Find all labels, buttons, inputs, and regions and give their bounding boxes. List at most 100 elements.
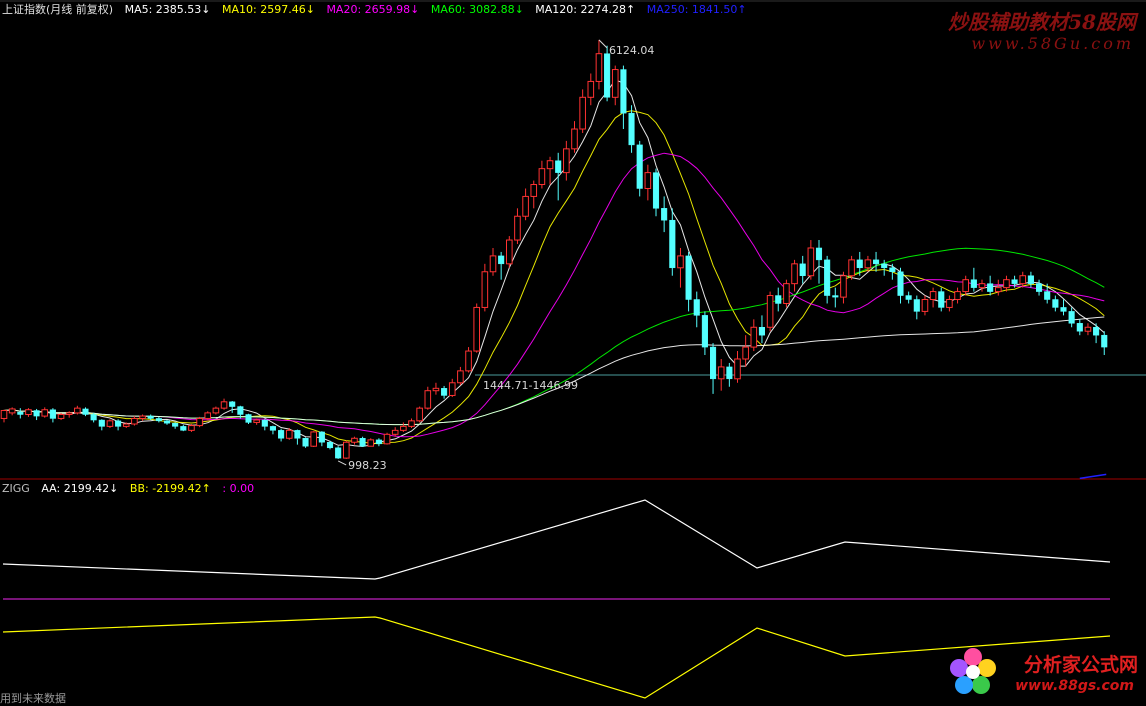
watermark-58gu-url: www.58Gu.com [971,34,1134,53]
candle [889,263,896,280]
candle [929,287,937,308]
peak-pointer [598,39,608,49]
candle-body [611,69,619,98]
peak-label: 6124.04 [609,44,655,57]
candle-body [432,387,440,392]
candle [962,275,970,296]
candle-body [1060,307,1067,312]
candle [913,295,920,320]
candle-body [710,346,717,380]
ma60-line [3,247,1105,426]
candle [212,406,220,415]
candle-body [163,420,171,424]
candle [970,267,977,292]
candle-body [408,420,415,427]
candle-body [546,160,554,170]
candle [343,440,350,459]
candle-body [1019,275,1027,285]
cc-label: : 0.00 [222,482,255,495]
candle-body [897,271,904,296]
candle [807,240,815,280]
candle-body [1027,275,1034,284]
candle [938,287,945,312]
candle [506,236,513,268]
candle [498,251,505,280]
candle-body [0,410,8,419]
candle [172,422,179,429]
candle [41,407,49,418]
candle [897,267,904,304]
candle [1003,275,1010,292]
candle [163,420,171,425]
candle [791,259,798,292]
candle-body [131,417,138,425]
candle [359,436,366,448]
candle [82,407,89,417]
candle [1060,299,1067,316]
candle [693,291,700,328]
candle [571,121,578,153]
candle-body [220,401,228,409]
candle [25,408,32,417]
candle-body [685,255,692,300]
candle [106,419,114,428]
candle-body [25,409,32,415]
candle [611,65,619,106]
candle [644,164,652,201]
ma60-label: MA60: 3082.88↓ [430,3,524,16]
candle [905,291,912,304]
candle-body [1003,279,1010,289]
candle-body [1068,311,1075,324]
candle-body [310,431,317,447]
aa-label: AA: 2199.42↓ [41,482,119,495]
chart-area[interactable]: 6124.04 998.23 1444.71-1446.99 上证指数(月线 前复权… [0,0,1146,705]
candle-body [269,426,276,431]
candle-body [212,407,220,414]
candle-body [921,299,929,312]
candle-body [318,431,325,443]
candle-body [620,69,627,114]
candle [375,438,382,447]
candle [489,247,497,276]
candle-body [571,128,578,150]
candle-body [734,358,741,380]
candle-body [261,419,268,427]
candle-body [726,366,733,380]
candle [987,275,994,296]
candle-body [701,315,708,348]
ma120-label: MA120: 2274.28↑ [535,3,636,16]
candle [98,419,105,431]
candle-body [17,411,24,415]
candle-body [448,382,456,396]
candle-body [538,168,546,186]
range-label: 1444.71-1446.99 [483,379,578,392]
candle-body [57,413,65,419]
candle [424,386,432,410]
candle [717,358,725,391]
candle-body [180,426,187,431]
candle [815,240,823,284]
candle-body [294,430,301,439]
candle [954,287,961,304]
candle-body [498,255,505,265]
candle [481,263,489,312]
candle-body [74,407,81,414]
ma5-label: MA5: 2385.53↓ [124,3,211,16]
candle [441,385,448,399]
candle-body [995,287,1002,293]
chart-svg[interactable]: 6124.04 998.23 1444.71-1446.99 [0,0,1146,702]
candle-body [881,263,888,269]
candle-body [441,388,448,396]
candle [302,437,309,448]
candle-body [367,439,375,447]
candle [775,287,782,312]
candle [1084,323,1092,336]
candle [188,424,195,432]
candle-body [285,429,293,439]
candle-body [856,259,863,269]
candle [457,366,464,386]
candle [196,416,203,428]
candle-body [1052,299,1059,308]
candle-body [807,247,815,277]
aa-zigzag-line [2,499,1111,580]
